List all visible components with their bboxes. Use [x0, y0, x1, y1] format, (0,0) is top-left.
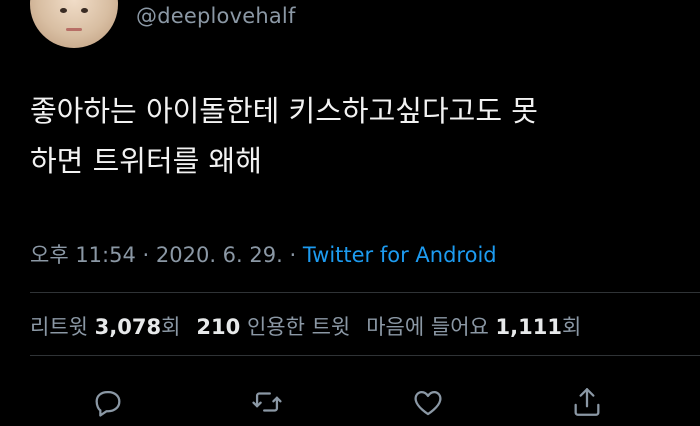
like-button[interactable]	[406, 380, 450, 424]
divider	[30, 355, 700, 356]
share-button[interactable]	[565, 380, 609, 424]
avatar-eye-right	[81, 8, 88, 13]
likes-unit: 회	[561, 315, 582, 339]
likes-count: 1,111	[495, 315, 562, 339]
likes-label: 마음에 들어요	[366, 315, 489, 339]
retweets-label: 리트윗	[30, 315, 88, 339]
tweet-text: 좋아하는 아이돌한테 키스하고싶다고도 못 하면 트위터를 왜해	[30, 94, 538, 178]
quotes-stat[interactable]: 210 인용한 트윗	[196, 315, 350, 339]
tweet-stats: 리트윗 3,078회 210 인용한 트윗 마음에 들어요 1,111회	[30, 311, 581, 341]
like-icon	[414, 390, 442, 416]
avatar[interactable]	[30, 0, 118, 48]
reply-icon	[95, 390, 121, 417]
likes-stat[interactable]: 마음에 들어요 1,111회	[366, 315, 581, 339]
divider	[30, 292, 700, 293]
share-icon	[574, 388, 600, 416]
retweets-unit: 회	[161, 315, 181, 339]
tweet-date[interactable]: 2020. 6. 29.	[156, 243, 283, 267]
tweet-meta: 오후 11:54 · 2020. 6. 29. · Twitter for An…	[30, 239, 497, 269]
quotes-label: 인용한 트윗	[246, 315, 351, 339]
tweet-source[interactable]: Twitter for Android	[303, 243, 497, 267]
quotes-count: 210	[196, 315, 241, 339]
retweet-button[interactable]	[245, 380, 289, 424]
retweets-stat[interactable]: 리트윗 3,078회	[30, 315, 180, 339]
author-handle[interactable]: @deeplovehalf	[136, 4, 296, 28]
meta-separator: ·	[135, 243, 156, 267]
meta-separator: ·	[282, 243, 303, 267]
action-bar	[0, 380, 700, 424]
retweets-count: 3,078	[94, 315, 162, 339]
avatar-mouth	[66, 28, 82, 31]
avatar-eye-left	[60, 8, 67, 13]
tweet-time[interactable]: 오후 11:54	[30, 243, 136, 267]
retweet-icon	[252, 392, 282, 412]
reply-button[interactable]	[86, 380, 130, 424]
